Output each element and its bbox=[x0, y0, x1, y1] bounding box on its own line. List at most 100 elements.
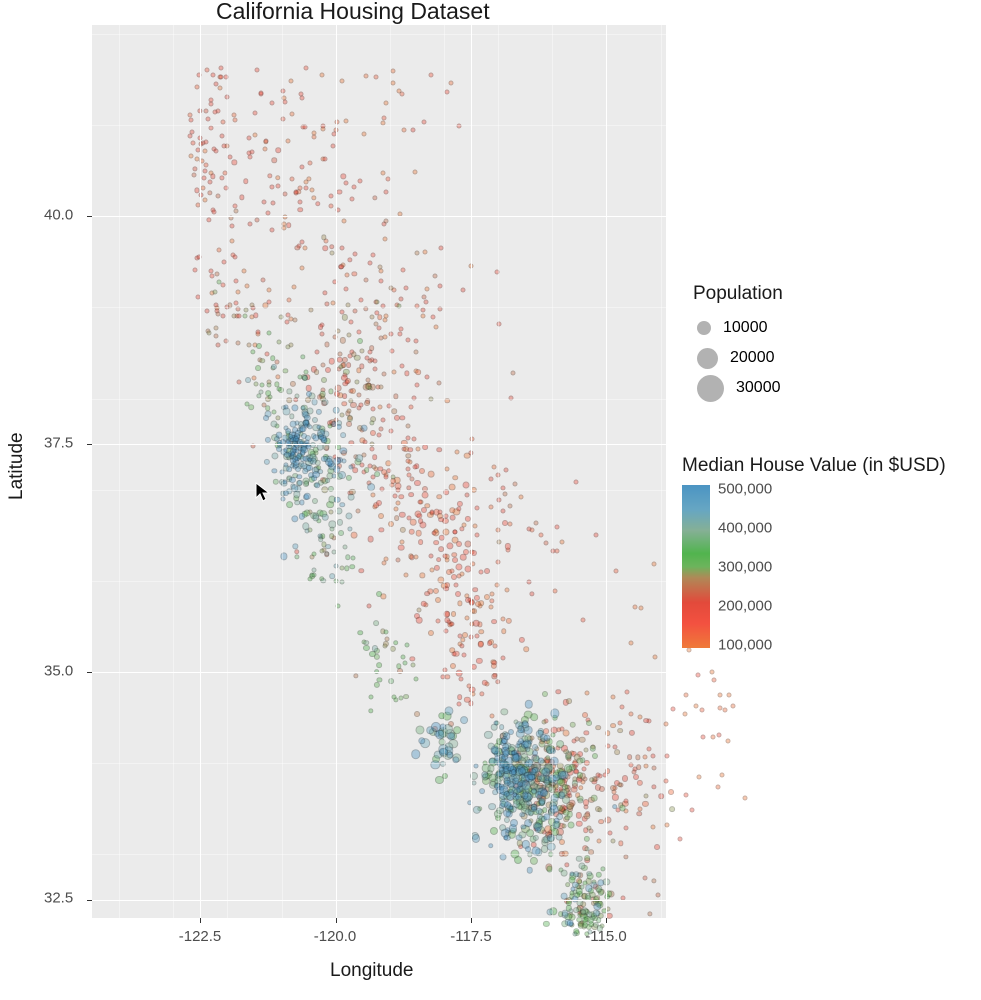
data-point bbox=[204, 108, 209, 113]
data-point bbox=[325, 458, 333, 466]
data-point bbox=[246, 342, 251, 347]
data-point bbox=[188, 117, 193, 122]
data-point bbox=[352, 185, 357, 190]
data-point bbox=[524, 646, 530, 652]
data-point bbox=[410, 656, 415, 661]
data-point bbox=[251, 375, 256, 380]
data-point bbox=[459, 643, 464, 648]
data-point bbox=[372, 367, 377, 372]
data-point bbox=[214, 148, 219, 153]
data-point bbox=[619, 705, 624, 710]
data-point bbox=[289, 414, 294, 419]
data-point bbox=[561, 893, 568, 900]
data-point bbox=[383, 318, 388, 323]
data-point bbox=[717, 693, 722, 698]
data-point bbox=[477, 641, 484, 648]
data-point bbox=[589, 777, 595, 783]
data-point bbox=[267, 330, 272, 335]
data-point bbox=[414, 383, 419, 388]
data-point bbox=[190, 129, 195, 134]
data-point bbox=[584, 804, 589, 809]
data-point bbox=[344, 272, 349, 277]
data-point bbox=[610, 723, 616, 729]
data-point bbox=[628, 641, 633, 646]
data-point bbox=[492, 674, 497, 679]
data-point bbox=[403, 573, 408, 578]
data-point bbox=[339, 337, 345, 343]
data-point bbox=[325, 478, 331, 484]
data-point bbox=[233, 301, 238, 306]
data-point bbox=[401, 267, 406, 272]
x-axis-label: Longitude bbox=[330, 960, 413, 982]
data-point bbox=[289, 477, 295, 483]
data-point bbox=[452, 530, 457, 535]
data-point bbox=[743, 795, 748, 800]
data-point bbox=[392, 370, 397, 375]
data-point bbox=[411, 662, 416, 667]
data-point bbox=[592, 753, 598, 759]
colorbar bbox=[682, 485, 710, 648]
colorbar-label: 400,000 bbox=[718, 520, 772, 537]
data-point bbox=[201, 175, 206, 180]
data-point bbox=[349, 564, 355, 570]
data-point bbox=[394, 415, 400, 421]
data-point bbox=[479, 629, 485, 635]
data-point bbox=[632, 770, 637, 775]
data-point bbox=[235, 341, 240, 346]
data-point bbox=[235, 289, 240, 294]
data-point bbox=[489, 803, 497, 811]
data-point bbox=[368, 358, 373, 363]
data-point bbox=[263, 415, 269, 421]
data-point bbox=[207, 331, 212, 336]
data-point bbox=[190, 140, 195, 145]
data-point bbox=[406, 453, 411, 458]
data-point bbox=[425, 287, 430, 292]
data-point bbox=[409, 555, 414, 560]
data-point bbox=[342, 401, 347, 406]
data-point bbox=[395, 557, 400, 562]
data-point bbox=[267, 383, 272, 388]
data-point bbox=[218, 75, 223, 80]
data-point bbox=[381, 418, 386, 423]
data-point bbox=[343, 369, 349, 375]
y-axis-label: Latitude bbox=[6, 432, 28, 500]
data-point bbox=[322, 157, 327, 162]
data-point bbox=[454, 450, 459, 455]
data-point bbox=[556, 833, 563, 840]
data-point bbox=[239, 195, 244, 200]
data-point bbox=[561, 824, 566, 829]
data-point bbox=[336, 424, 342, 430]
data-point bbox=[585, 884, 593, 892]
data-point bbox=[543, 541, 548, 546]
data-point bbox=[391, 409, 397, 415]
data-point bbox=[364, 400, 370, 406]
data-point bbox=[447, 752, 454, 759]
data-point bbox=[701, 735, 706, 740]
data-point bbox=[406, 459, 411, 464]
data-point bbox=[501, 738, 507, 744]
data-point bbox=[245, 284, 250, 289]
data-point bbox=[377, 678, 382, 683]
data-point bbox=[314, 369, 320, 375]
data-point bbox=[614, 749, 620, 755]
data-point bbox=[421, 295, 426, 300]
data-point bbox=[378, 278, 383, 283]
data-point bbox=[637, 715, 642, 720]
data-point bbox=[383, 189, 388, 194]
data-point bbox=[205, 117, 210, 122]
data-point bbox=[651, 753, 656, 758]
data-point bbox=[304, 65, 309, 70]
data-point bbox=[456, 506, 461, 511]
data-point bbox=[219, 65, 224, 70]
data-point bbox=[377, 404, 382, 409]
data-point bbox=[580, 757, 586, 763]
data-point bbox=[684, 793, 689, 798]
data-point bbox=[559, 726, 564, 731]
data-point bbox=[716, 732, 721, 737]
data-point bbox=[329, 251, 334, 256]
data-point bbox=[652, 765, 657, 770]
data-point bbox=[710, 734, 715, 739]
data-point bbox=[204, 68, 209, 73]
data-point bbox=[582, 767, 587, 772]
data-point bbox=[343, 545, 348, 550]
